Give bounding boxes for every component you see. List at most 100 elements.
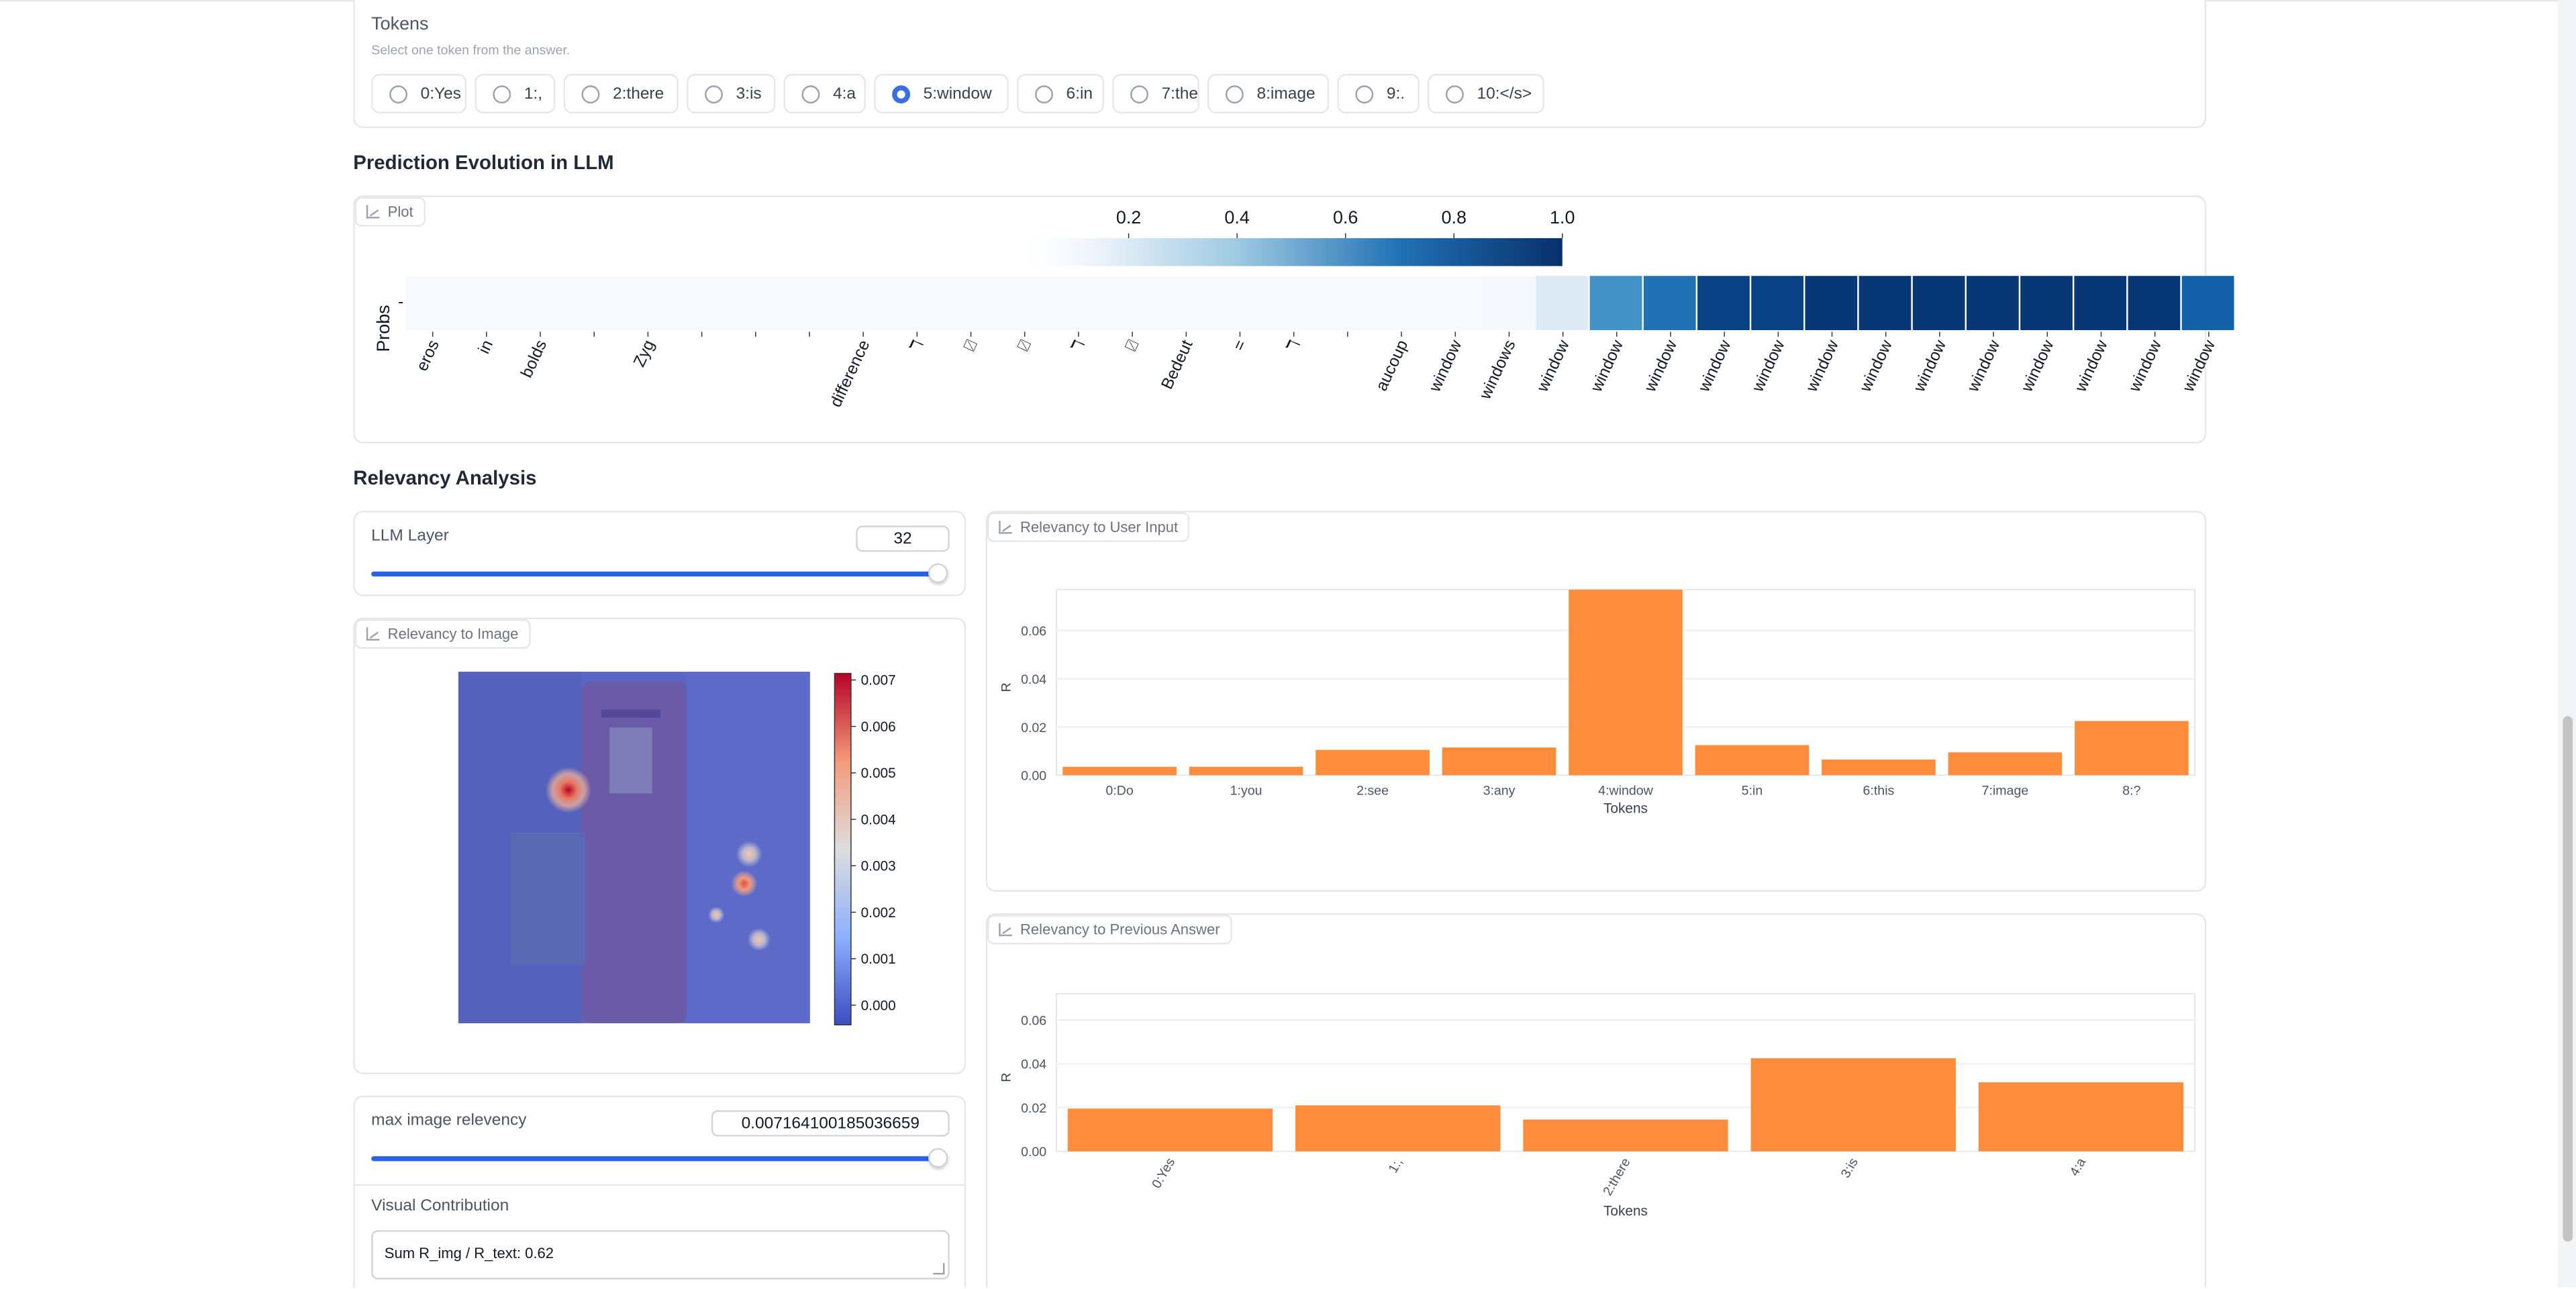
image-postbox-slot	[601, 709, 660, 718]
llm-layer-slider-thumb[interactable]	[928, 563, 948, 583]
heatmap-cell	[1589, 276, 1642, 330]
radio-button[interactable]	[581, 85, 600, 103]
token-option-8[interactable]: 8:image	[1207, 74, 1330, 113]
heatmap-cell	[1213, 276, 1267, 330]
x-tick-label: 3:any	[1483, 784, 1516, 798]
heatmap-cell	[728, 276, 783, 330]
image-hotspot-3	[736, 841, 762, 868]
heatmap-cell	[2128, 276, 2181, 330]
image-colorbar-tick-label: 0.007	[861, 673, 896, 688]
token-option-label: 5:window	[923, 85, 992, 103]
image-colorbar-tick-label: 0.002	[861, 905, 896, 921]
tokens-title: Tokens	[371, 15, 429, 35]
heatmap-cell	[675, 276, 729, 330]
token-option-label: 1:,	[524, 85, 543, 103]
image-postbox-plate	[609, 727, 652, 794]
heatmap-cell	[513, 276, 568, 330]
y-tick-label: 0.02	[1021, 1101, 1046, 1116]
token-option-4[interactable]: 4:a	[783, 74, 866, 113]
prev-answer-bar-chart: 0.00 0.02 0.04 0.06 0:Yes 1:, 2:there 3:is 4:a To…	[999, 992, 2196, 1219]
heatmap-cell	[836, 276, 891, 330]
heatmap-cell	[1697, 276, 1750, 330]
llm-layer-slider-fill	[371, 571, 938, 577]
token-option-6[interactable]: 6:in	[1017, 74, 1104, 113]
heatmap-cell	[1643, 276, 1696, 330]
bar	[1067, 1108, 1273, 1151]
visual-contribution-label: Visual Contribution	[371, 1197, 509, 1216]
bar	[1569, 589, 1683, 776]
visual-contribution-textarea[interactable]: Sum R_img / R_text: 0.62	[371, 1230, 950, 1280]
x-tick-label: 5:in	[1742, 784, 1763, 798]
token-option-7[interactable]: 7:the	[1112, 74, 1199, 113]
x-tick-label: window	[1587, 337, 1628, 395]
heatmap-cell	[2020, 276, 2073, 330]
radio-button[interactable]	[1130, 85, 1148, 103]
max-relevancy-slider-thumb[interactable]	[928, 1147, 948, 1168]
heatmap-cell	[1428, 276, 1483, 330]
x-tick-label: 0:Do	[1105, 784, 1133, 798]
y-axis-title: R	[999, 682, 1013, 692]
x-tick-label: window	[1533, 337, 1573, 395]
x-tick-label: window	[1748, 337, 1789, 395]
x-tick-label: 1:,	[1385, 1155, 1405, 1176]
app-stage: Tokens Select one token from the answer.…	[0, 0, 2576, 1288]
x-tick-label: bolds	[517, 338, 550, 380]
image-colorbar-tick-label: 0.000	[861, 998, 896, 1013]
token-option-9[interactable]: 9:.	[1337, 74, 1420, 113]
radio-button[interactable]	[705, 85, 723, 103]
x-axis-title: Tokens	[1603, 1203, 1648, 1219]
page-scrollbar-thumb[interactable]	[2563, 716, 2573, 1242]
token-option-3[interactable]: 3:is	[687, 74, 776, 113]
token-option-10[interactable]: 10:</s>	[1428, 74, 1544, 113]
max-relevancy-input[interactable]: 0.007164100185036659	[711, 1110, 950, 1137]
heatmap-cell	[997, 276, 1052, 330]
heatmap-cell	[1805, 276, 1858, 330]
token-option-2[interactable]: 2:there	[563, 74, 679, 113]
x-tick-label: Bedeut	[1158, 338, 1196, 393]
image-hotspot-5	[707, 907, 725, 923]
tokens-panel: Tokens Select one token from the answer.…	[353, 0, 2207, 128]
heatmap-cell	[782, 276, 837, 330]
heatmap-cell	[1482, 276, 1536, 330]
heatmap-cell	[2181, 276, 2234, 330]
x-tick-label: window	[1856, 337, 1897, 395]
token-option-label: 0:Yes	[420, 85, 461, 103]
radio-button[interactable]	[1035, 85, 1053, 103]
radio-button[interactable]	[493, 85, 511, 103]
llm-layer-input[interactable]: 32	[856, 525, 950, 552]
bar	[1295, 1105, 1501, 1151]
bar	[2075, 721, 2189, 776]
y-tick-label: 0.06	[1021, 1013, 1046, 1028]
x-tick-label: 6:this	[1863, 784, 1895, 798]
x-tick-label: 4:a	[2067, 1155, 2089, 1179]
x-tick-label: 1:you	[1230, 784, 1262, 798]
tokens-subtitle: Select one token from the answer.	[371, 42, 571, 58]
radio-button[interactable]	[1445, 85, 1464, 103]
relevancy-image-panel: Relevancy to Image 0.007 0.006 0.005 0.0…	[353, 617, 967, 1074]
x-tick-label: ⍁	[1122, 338, 1143, 354]
x-tick-label: window	[2071, 337, 2112, 395]
token-option-0[interactable]: 0:Yes	[371, 74, 467, 113]
image-hotspot-1	[545, 767, 592, 813]
token-option-5[interactable]: 5:window	[874, 74, 1009, 113]
prediction-section-title: Prediction Evolution in LLM	[353, 151, 614, 174]
x-tick-label: 0:Yes	[1149, 1155, 1178, 1191]
x-tick-label: 2:there	[1600, 1155, 1634, 1198]
x-tick-label: window	[2018, 337, 2058, 395]
token-option-1[interactable]: 1:,	[475, 74, 556, 113]
radio-button[interactable]	[389, 85, 408, 103]
y-tick-label: 0.04	[1021, 1058, 1046, 1072]
x-tick-label: 2:see	[1356, 784, 1389, 798]
bar	[1316, 750, 1430, 776]
x-tick-label: window	[1695, 337, 1735, 395]
radio-button[interactable]	[892, 85, 911, 103]
prediction-heatmap: 0.2 0.4 0.6 0.8 1.0 Probs - eros in bolds Zyg di…	[373, 207, 2234, 410]
radio-button[interactable]	[801, 85, 820, 103]
x-tick-label: 4:window	[1598, 784, 1653, 798]
x-tick-label: window	[1964, 337, 2004, 395]
radio-button[interactable]	[1355, 85, 1374, 103]
image-colorbar-tick-label: 0.006	[861, 719, 896, 735]
radio-button[interactable]	[1225, 85, 1244, 103]
colorbar-tick-label: 1.0	[1550, 207, 1575, 227]
relevancy-image-heatmap: 0.007 0.006 0.005 0.004 0.003 0.002 0.001 0.000	[458, 672, 896, 1026]
